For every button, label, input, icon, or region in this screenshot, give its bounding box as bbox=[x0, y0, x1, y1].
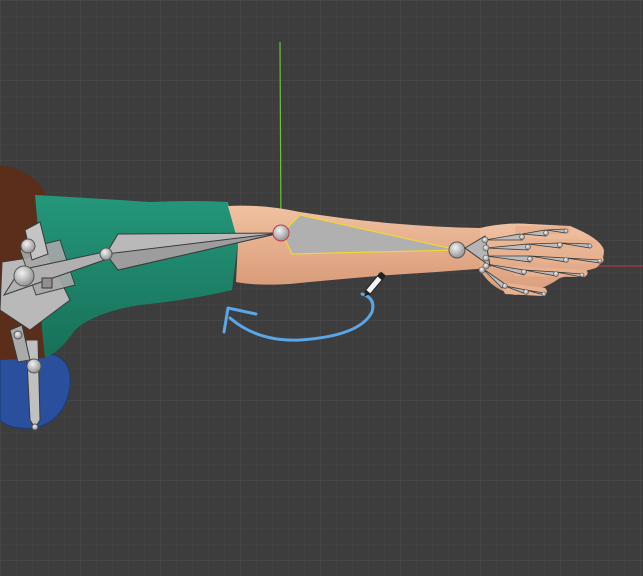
neck-joint[interactable] bbox=[20, 238, 36, 254]
elbow-joint[interactable] bbox=[272, 224, 290, 242]
wrist-joint[interactable] bbox=[448, 241, 466, 259]
foot-joint[interactable] bbox=[31, 423, 39, 431]
torso-joint-box[interactable] bbox=[41, 277, 53, 289]
3d-viewport[interactable] bbox=[0, 0, 643, 576]
shoulder-joint[interactable] bbox=[99, 247, 113, 261]
chest-joint[interactable] bbox=[13, 265, 35, 287]
hip-small-joint[interactable] bbox=[13, 330, 23, 340]
hip-joint[interactable] bbox=[26, 358, 42, 374]
